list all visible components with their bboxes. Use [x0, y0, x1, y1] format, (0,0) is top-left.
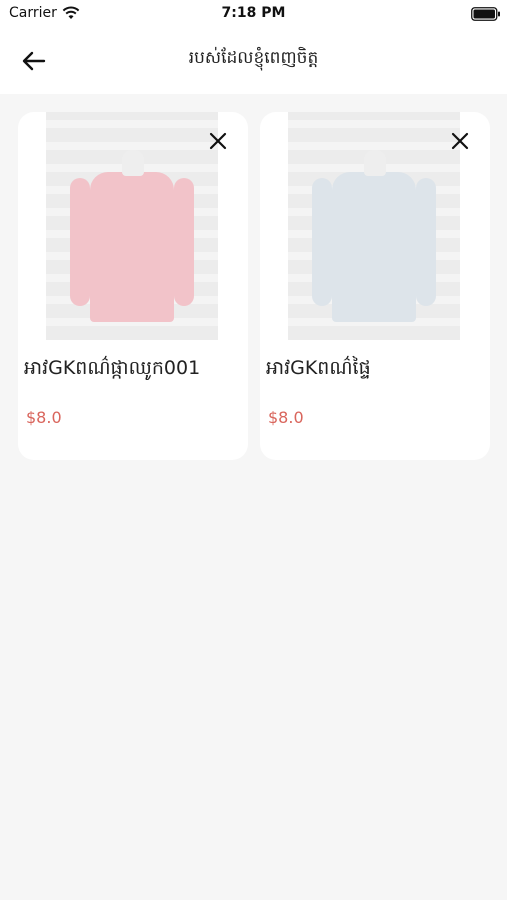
battery-icon — [471, 7, 500, 21]
page-title: របស់ដែលខ្ញុំពេញចិត្ត — [188, 48, 319, 68]
shirt-sleeve — [174, 178, 194, 306]
product-name[interactable]: អាវGKពណ៌ផ្ទៃ — [266, 356, 371, 384]
close-icon — [209, 132, 227, 150]
remove-favorite-button[interactable] — [205, 128, 231, 154]
shirt-sleeve — [416, 178, 436, 306]
shirt-body — [332, 172, 416, 322]
status-time: 7:18 PM — [221, 5, 286, 21]
product-card[interactable]: អាវGKពណ៌ផ្កាឈូក001 $8.0 — [18, 112, 248, 460]
status-bar: Carrier 7:18 PM — [0, 0, 507, 28]
remove-favorite-button[interactable] — [447, 128, 473, 154]
close-icon — [451, 132, 469, 150]
product-card[interactable]: អាវGKពណ៌ផ្ទៃ $8.0 — [260, 112, 490, 460]
product-price: $8.0 — [268, 408, 304, 427]
mannequin-neck — [364, 150, 386, 176]
product-price: $8.0 — [26, 408, 62, 427]
mannequin-neck — [122, 150, 144, 176]
shirt-sleeve — [312, 178, 332, 306]
product-image[interactable] — [288, 112, 460, 340]
product-name[interactable]: អាវGKពណ៌ផ្កាឈូក001 — [24, 356, 200, 384]
nav-bar: របស់ដែលខ្ញុំពេញចិត្ត — [0, 28, 507, 94]
product-image[interactable] — [46, 112, 218, 340]
shirt-body — [90, 172, 174, 322]
shirt-sleeve — [70, 178, 90, 306]
